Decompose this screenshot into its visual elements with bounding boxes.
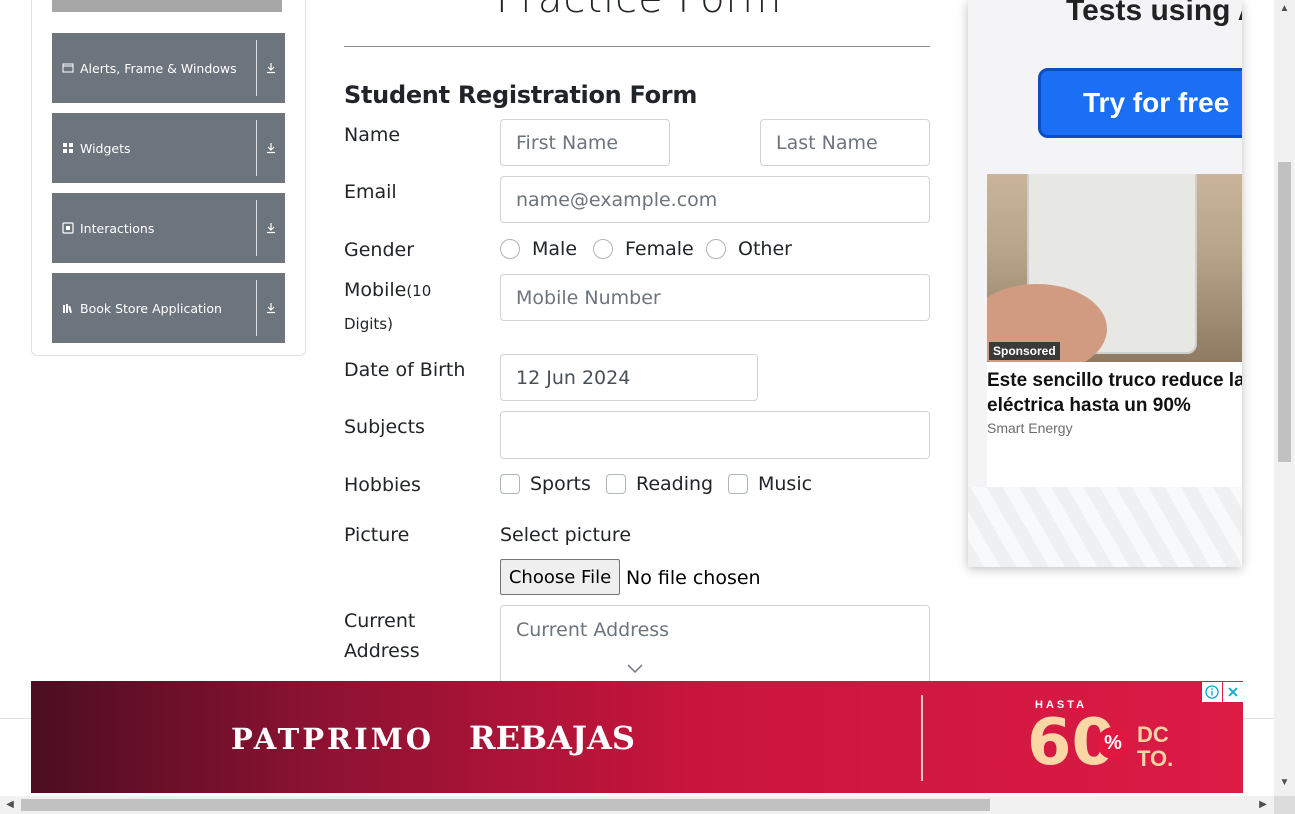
scroll-down-arrow-icon[interactable]: ▼ [1278, 777, 1291, 789]
email-input[interactable]: name@example.com [500, 176, 930, 223]
checkbox-label: Reading [636, 473, 714, 495]
hobby-checkbox-music[interactable]: Music [728, 473, 812, 495]
ad-advertiser: Smart Energy [987, 420, 1073, 436]
mobile-hint: (10 [406, 282, 432, 300]
subjects-input[interactable] [500, 411, 930, 459]
ad-dc-line2: TO. [1137, 746, 1174, 771]
radio-label: Male [532, 238, 578, 260]
vertical-scrollbar[interactable]: ▲ ▼ [1274, 0, 1295, 796]
ad-dc-line1: DC [1137, 722, 1169, 747]
scrollbar-corner [1274, 796, 1295, 814]
mobile-label: Mobile(10 [344, 279, 431, 301]
gender-radio-other[interactable]: Other [706, 238, 792, 260]
ad-sale-text: REBAJAS [469, 719, 635, 757]
first-name-input[interactable]: First Name [500, 119, 670, 166]
sidebar-group-alerts[interactable]: Alerts, Frame & Windows [52, 33, 285, 103]
window-icon [62, 62, 74, 74]
hobby-checkbox-sports[interactable]: Sports [500, 473, 591, 495]
page-title: Practice Form [496, 0, 782, 22]
scroll-left-arrow-icon[interactable]: ◀ [4, 799, 16, 811]
right-ad-panel[interactable]: Tests using A Try for free → Sponsored E… [968, 0, 1242, 567]
radio-circle[interactable] [500, 239, 520, 259]
radio-label: Other [738, 238, 792, 260]
checkbox-label: Sports [530, 473, 591, 495]
bottom-ad-banner[interactable]: PATPRIMO REBAJAS HASTA 60 % DC TO. [31, 681, 1243, 793]
download-arrow-icon[interactable] [257, 62, 285, 74]
mobile-hint-line2: Digits) [344, 312, 393, 334]
download-arrow-icon[interactable] [257, 142, 285, 154]
address-label-line2: Address [344, 640, 420, 662]
dob-label: Date of Birth [344, 359, 466, 381]
sidebar-group-widgets[interactable]: Widgets [52, 113, 285, 183]
select-picture-text: Select picture [500, 524, 632, 546]
radio-circle[interactable] [706, 239, 726, 259]
scroll-up-arrow-icon[interactable]: ▲ [1278, 3, 1291, 15]
books-icon [62, 302, 74, 314]
title-divider [344, 46, 930, 47]
download-arrow-icon[interactable] [257, 302, 285, 314]
radio-label: Female [625, 238, 694, 260]
sidebar-group-label: Widgets [80, 140, 131, 156]
try-for-free-button[interactable]: Try for free → [1038, 68, 1242, 138]
checkbox[interactable] [500, 474, 520, 494]
form-title: Student Registration Form [344, 81, 698, 109]
no-file-chosen-text: No file chosen [626, 567, 761, 589]
gender-radio-female[interactable]: Female [593, 238, 694, 260]
horizontal-scroll-thumb[interactable] [21, 799, 990, 811]
ad-info-icon[interactable] [1202, 682, 1222, 702]
sidebar-group-label: Alerts, Frame & Windows [80, 60, 237, 76]
divider [256, 120, 257, 176]
vertical-scroll-thumb[interactable] [1278, 162, 1291, 462]
checkbox[interactable] [606, 474, 626, 494]
last-name-input[interactable]: Last Name [760, 119, 930, 166]
choose-file-button[interactable]: Choose File [500, 559, 620, 595]
address-label-line1: Current [344, 610, 416, 632]
mobile-label-text: Mobile [344, 279, 407, 301]
ad-top-text: Tests using A [1066, 0, 1242, 27]
scroll-right-arrow-icon[interactable]: ▶ [1257, 799, 1269, 811]
sidebar-top-item[interactable] [52, 0, 282, 12]
sidebar-group-interactions[interactable]: Interactions [52, 193, 285, 263]
hobby-checkbox-reading[interactable]: Reading [606, 473, 713, 495]
gender-radio-male[interactable]: Male [500, 238, 577, 260]
ad-brand: PATPRIMO [231, 722, 435, 756]
name-label: Name [344, 124, 401, 146]
email-label: Email [344, 181, 397, 203]
checkbox-label: Music [758, 473, 813, 495]
interactions-icon [62, 222, 74, 234]
ad-divider [921, 695, 923, 781]
sidebar-group-label: Book Store Application [80, 300, 222, 316]
sponsored-card[interactable]: Sponsored Este sencillo truco reduce la … [987, 174, 1242, 487]
sponsored-badge: Sponsored [989, 342, 1060, 360]
divider [256, 200, 257, 256]
ad-photo [987, 174, 1242, 362]
ad-pattern [968, 487, 1242, 567]
download-arrow-icon[interactable] [257, 222, 285, 234]
sidebar-group-label: Interactions [80, 220, 155, 236]
mobile-input[interactable]: Mobile Number [500, 274, 930, 321]
chevron-down-icon[interactable] [626, 662, 644, 680]
ad-percent: % [1097, 727, 1129, 759]
checkbox[interactable] [728, 474, 748, 494]
ad-headline-line2: eléctrica hasta un 90% [987, 395, 1191, 416]
ad-dc-text: DC TO. [1137, 723, 1173, 771]
divider [256, 40, 257, 96]
subjects-label: Subjects [344, 416, 425, 438]
ad-close-icon[interactable] [1223, 682, 1243, 702]
date-of-birth-input[interactable]: 12 Jun 2024 [500, 354, 758, 401]
hobbies-label: Hobbies [344, 474, 421, 496]
mobile-hint-digits: Digits) [344, 315, 393, 333]
divider [256, 280, 257, 336]
sidebar-group-book-store[interactable]: Book Store Application [52, 273, 285, 343]
horizontal-scrollbar[interactable]: ◀ ▶ [0, 796, 1274, 814]
radio-circle[interactable] [593, 239, 613, 259]
gender-label: Gender [344, 239, 415, 261]
ad-headline-line1: Este sencillo truco reduce la fa [987, 370, 1242, 391]
ad-headline[interactable]: Este sencillo truco reduce la fa eléctri… [987, 368, 1242, 418]
picture-label: Picture [344, 524, 410, 546]
grid-icon [62, 142, 74, 154]
